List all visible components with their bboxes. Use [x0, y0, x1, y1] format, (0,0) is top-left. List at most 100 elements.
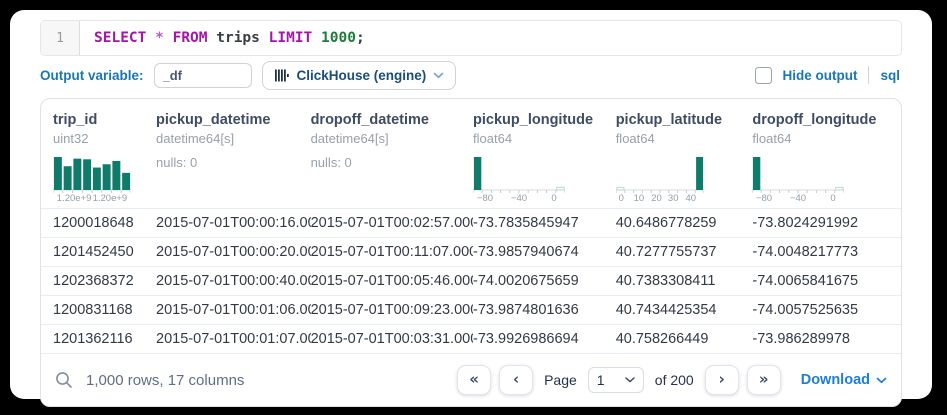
sql-token-plain: ;: [356, 30, 365, 46]
table-cell: 2015-07-01T00:00:40.000: [156, 273, 311, 289]
table-cell: -74.0020675659: [473, 273, 616, 289]
sql-token-plain: [312, 30, 321, 46]
engine-label: ClickHouse (engine): [297, 68, 427, 83]
table-cell: 2015-07-01T00:01:06.000: [156, 302, 311, 318]
next-page-button[interactable]: ›: [705, 365, 739, 395]
first-page-button[interactable]: «: [457, 365, 491, 395]
svg-text:−40: −40: [511, 193, 527, 203]
table-row: 12000186482015-07-01T00:00:16.0002015-07…: [41, 208, 901, 237]
column-histogram: 0 10 20 30 40: [616, 153, 704, 203]
sql-token-keyword: LIMIT: [269, 30, 313, 46]
screenshot-frame: 1 SELECT * FROM trips LIMIT 1000; Output…: [0, 0, 947, 415]
toolbar-right: Hide output sql: [755, 66, 903, 84]
table-cell: 1200831168: [53, 302, 156, 318]
last-page-button[interactable]: »: [747, 365, 781, 395]
table-cell: 1200018648: [53, 215, 156, 231]
column-type: datetime64[s]: [156, 131, 305, 146]
column-name: dropoff_datetime: [311, 112, 467, 128]
column-name: dropoff_longitude: [752, 112, 895, 128]
table-cell: 40.758266449: [616, 331, 753, 347]
search-icon[interactable]: [55, 371, 73, 389]
column-header-pickup_latitude: pickup_latitudefloat64010203040: [616, 112, 753, 203]
svg-text:30: 30: [668, 193, 679, 203]
sql-token-keyword: FROM: [173, 30, 208, 46]
table-cell: -74.0048217773: [752, 244, 901, 260]
results-table: trip_id uint32 1.20e+91.20e+9 pickup_dateti…: [40, 98, 902, 407]
table-cell: -73.986289978: [752, 331, 901, 347]
column-header-trip_id: trip_id uint32 1.20e+91.20e+9: [53, 112, 156, 203]
svg-text:−80: −80: [477, 193, 493, 203]
sql-editor[interactable]: 1 SELECT * FROM trips LIMIT 1000;: [40, 20, 902, 56]
svg-text:0: 0: [618, 193, 623, 203]
language-badge-sql[interactable]: sql: [880, 68, 900, 83]
toolbar-left: Output variable: ClickHouse (engine): [40, 61, 456, 90]
table-row: 12013621162015-07-01T00:01:07.0002015-07…: [41, 324, 901, 353]
output-variable-input[interactable]: [154, 63, 252, 88]
column-type: uint32: [53, 131, 150, 146]
column-header-dropoff_longitude: dropoff_longitudefloat64−80−400: [752, 112, 901, 203]
sql-cell-widget: 1 SELECT * FROM trips LIMIT 1000; Output…: [10, 10, 932, 399]
chevron-down-icon: [433, 72, 444, 79]
hide-output-label[interactable]: Hide output: [783, 68, 858, 83]
table-row: 12008311682015-07-01T00:01:06.0002015-07…: [41, 295, 901, 324]
table-cell: 1201362116: [53, 331, 156, 347]
cell-toolbar: Output variable: ClickHouse (engine): [40, 56, 902, 94]
column-header-pickup_longitude: pickup_longitudefloat64−80−400: [473, 112, 616, 203]
table-body: 12000186482015-07-01T00:00:16.0002015-07…: [41, 208, 901, 353]
prev-page-button[interactable]: ‹: [499, 365, 533, 395]
svg-text:40: 40: [685, 193, 696, 203]
column-name: trip_id: [53, 112, 150, 128]
sql-token-keyword: SELECT: [94, 30, 146, 46]
sql-token-plain: trips: [208, 30, 269, 46]
column-name: pickup_longitude: [473, 112, 610, 128]
table-cell: 40.7277755737: [616, 244, 753, 260]
download-button[interactable]: Download: [801, 372, 887, 388]
chevron-down-icon: [625, 377, 635, 383]
svg-text:10: 10: [633, 193, 644, 203]
table-cell: 40.6486778259: [616, 215, 753, 231]
table-row: 12014524502015-07-01T00:00:20.0002015-07…: [41, 237, 901, 266]
sql-token-plain: [164, 30, 173, 46]
svg-text:0: 0: [831, 193, 836, 203]
table-cell: 1201452450: [53, 244, 156, 260]
table-cell: 2015-07-01T00:03:31.000: [311, 331, 473, 347]
svg-text:1.20e+9: 1.20e+9: [57, 193, 92, 203]
sql-token-number: 1000: [321, 30, 356, 46]
engine-dropdown[interactable]: ClickHouse (engine): [262, 61, 457, 90]
sql-code-line[interactable]: SELECT * FROM trips LIMIT 1000;: [80, 21, 901, 55]
table-cell: 40.7434425354: [616, 302, 753, 318]
table-cell: 2015-07-01T00:11:07.000: [311, 244, 473, 260]
line-number-gutter: 1: [41, 21, 80, 55]
table-cell: 2015-07-01T00:01:07.000: [156, 331, 311, 347]
column-type: float64: [752, 131, 895, 146]
column-header-pickup_datetime: pickup_datetimedatetime64[s]nulls: 0: [156, 112, 311, 203]
pagination: « ‹ Page 1 of 200 › » Download: [457, 365, 887, 395]
table-cell: -73.7835845947: [473, 215, 616, 231]
output-variable-label: Output variable:: [40, 68, 144, 83]
page-select[interactable]: 1: [588, 367, 644, 393]
column-histogram: −80−400: [473, 153, 565, 203]
table-footer: 1,000 rows, 17 columns « ‹ Page 1 of 200…: [41, 353, 901, 406]
sql-token-operator: *: [155, 30, 164, 46]
table-cell: 2015-07-01T00:09:23.000: [311, 302, 473, 318]
hide-output-checkbox[interactable]: [755, 67, 772, 84]
rows-columns-summary: 1,000 rows, 17 columns: [86, 372, 244, 389]
table-cell: -73.8024291992: [752, 215, 901, 231]
column-nulls: nulls: 0: [311, 155, 467, 170]
table-cell: -74.0065841675: [752, 273, 901, 289]
table-cell: 1202368372: [53, 273, 156, 289]
svg-text:20: 20: [651, 193, 662, 203]
table-cell: 40.7383308411: [616, 273, 753, 289]
svg-text:1.20e+9: 1.20e+9: [93, 193, 128, 203]
footer-summary-group: 1,000 rows, 17 columns: [55, 371, 244, 389]
chevron-down-icon: [876, 377, 887, 384]
sql-token-plain: [146, 30, 155, 46]
table-cell: -73.9926986694: [473, 331, 616, 347]
clickhouse-logo-icon: [274, 69, 290, 82]
toolbar-divider: [868, 66, 869, 84]
svg-text:−40: −40: [790, 193, 806, 203]
table-cell: -74.0057525635: [752, 302, 901, 318]
table-cell: -73.9857940674: [473, 244, 616, 260]
column-name: pickup_latitude: [616, 112, 747, 128]
column-histogram: −80−400: [752, 153, 844, 203]
